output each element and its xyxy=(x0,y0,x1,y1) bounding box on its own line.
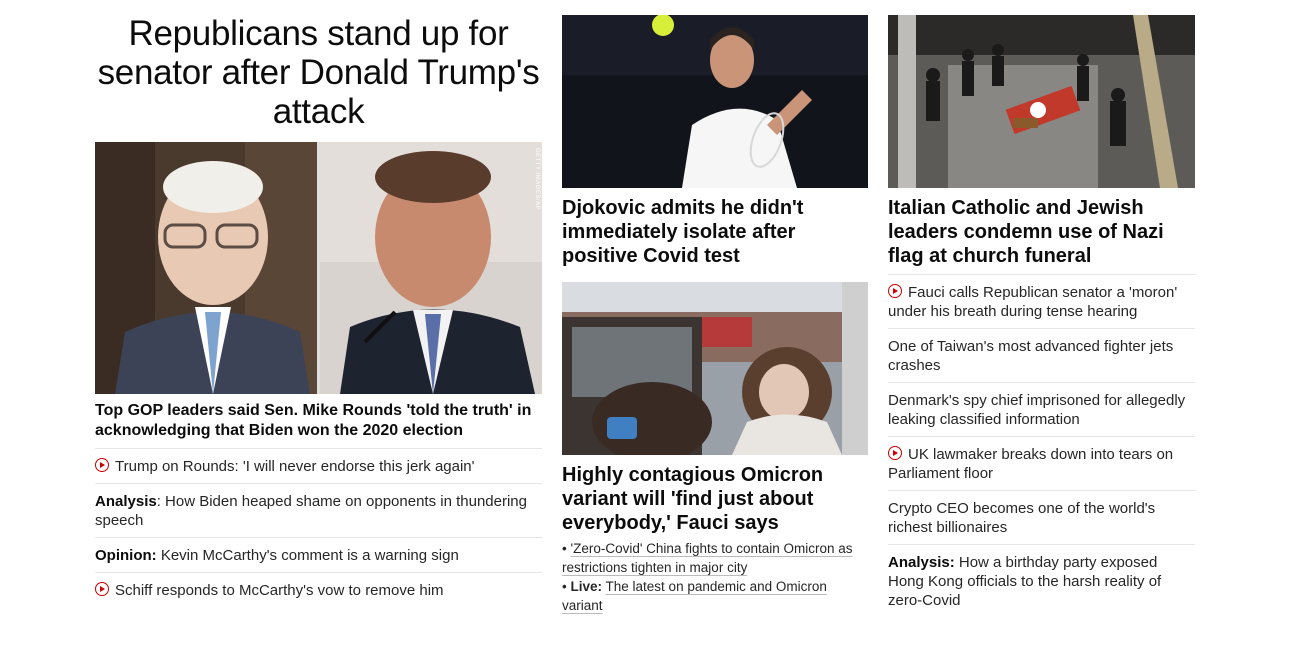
list-item[interactable]: Trump on Rounds: 'I will never endorse t… xyxy=(95,448,542,483)
lead-headline[interactable]: Republicans stand up for senator after D… xyxy=(95,14,542,131)
omicron-image[interactable] xyxy=(562,282,868,455)
list-item[interactable]: Analysis: How a birthday party exposed H… xyxy=(888,544,1195,617)
list-item[interactable]: Crypto CEO becomes one of the world's ri… xyxy=(888,490,1195,544)
funeral-headline[interactable]: Italian Catholic and Jewish leaders cond… xyxy=(888,196,1195,268)
list-item[interactable]: UK lawmaker breaks down into tears on Pa… xyxy=(888,436,1195,490)
sublink-item[interactable]: • 'Zero-Covid' China fights to contain O… xyxy=(562,539,868,577)
lead-image[interactable]: GETTY IMAGES/AP xyxy=(95,142,542,394)
djokovic-headline[interactable]: Djokovic admits he didn't immediately is… xyxy=(562,196,868,268)
list-item[interactable]: One of Taiwan's most advanced fighter je… xyxy=(888,328,1195,382)
list-item[interactable]: Schiff responds to McCarthy's vow to rem… xyxy=(95,572,542,607)
sublink-item[interactable]: • Live: The latest on pandemic and Omicr… xyxy=(562,577,868,615)
lead-story: Republicans stand up for senator after D… xyxy=(95,0,542,599)
list-item[interactable]: Analysis: How Biden heaped shame on oppo… xyxy=(95,483,542,537)
list-item[interactable]: Fauci calls Republican senator a 'moron'… xyxy=(888,274,1195,328)
funeral-image[interactable] xyxy=(888,15,1195,188)
play-circle-icon xyxy=(888,446,902,460)
djokovic-image[interactable] xyxy=(562,15,868,188)
omicron-headline[interactable]: Highly contagious Omicron variant will '… xyxy=(562,463,868,535)
play-circle-icon xyxy=(95,458,109,472)
list-item[interactable]: Opinion: Kevin McCarthy's comment is a w… xyxy=(95,537,542,572)
lead-caption[interactable]: Top GOP leaders said Sen. Mike Rounds 't… xyxy=(95,401,542,441)
list-item[interactable]: Denmark's spy chief imprisoned for alleg… xyxy=(888,382,1195,436)
play-circle-icon xyxy=(95,582,109,596)
image-credit: GETTY IMAGES/AP xyxy=(534,148,540,211)
omicron-sublinks: • 'Zero-Covid' China fights to contain O… xyxy=(562,539,868,615)
lead-related-links: Trump on Rounds: 'I will never endorse t… xyxy=(95,448,542,607)
right-related-links: Fauci calls Republican senator a 'moron'… xyxy=(888,274,1195,617)
play-circle-icon xyxy=(888,284,902,298)
